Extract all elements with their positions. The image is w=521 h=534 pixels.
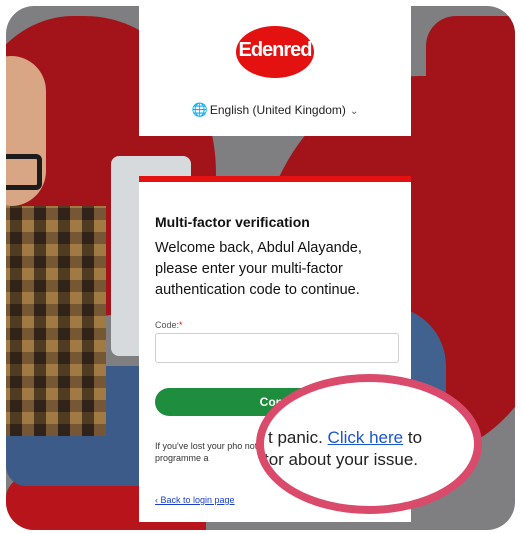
edenred-logo: Edenred bbox=[236, 26, 314, 78]
chevron-down-icon: ⌄ bbox=[349, 106, 359, 117]
click-here-link[interactable]: Click here bbox=[328, 428, 404, 447]
logo-text: Edenred bbox=[238, 39, 312, 61]
callout-line-1: t panic. Click here to bbox=[268, 428, 422, 448]
person-shirt-pattern bbox=[6, 206, 106, 436]
required-mark: * bbox=[179, 320, 183, 330]
back-to-login-link[interactable]: ‹ Back to login page bbox=[155, 495, 235, 505]
background-person bbox=[6, 36, 136, 436]
screenshot-frame: Edenred 🌐 English (United Kingdom) ⌄ Multi… bbox=[6, 6, 515, 530]
callout-suffix: to bbox=[403, 428, 423, 447]
welcome-message: Welcome back, Abdul Alayande, please ent… bbox=[155, 240, 362, 298]
code-label-text: Code: bbox=[155, 320, 180, 330]
language-selector[interactable]: 🌐 English (United Kingdom) ⌄ bbox=[139, 102, 411, 118]
form-title: Multi-factor verification bbox=[155, 214, 310, 230]
header-card: Edenred 🌐 English (United Kingdom) ⌄ bbox=[139, 6, 411, 136]
code-input[interactable] bbox=[155, 333, 399, 363]
callout-line-2: tor about your issue. bbox=[264, 450, 419, 469]
background-shape bbox=[426, 16, 515, 136]
callout-prefix: t panic. bbox=[268, 428, 328, 447]
code-label: Code:* bbox=[155, 320, 183, 330]
globe-icon: 🌐 bbox=[191, 102, 208, 117]
person-glasses bbox=[6, 154, 42, 190]
zoom-callout: t panic. Click here to tor about your is… bbox=[256, 374, 482, 514]
language-label: English (United Kingdom) bbox=[209, 103, 346, 117]
